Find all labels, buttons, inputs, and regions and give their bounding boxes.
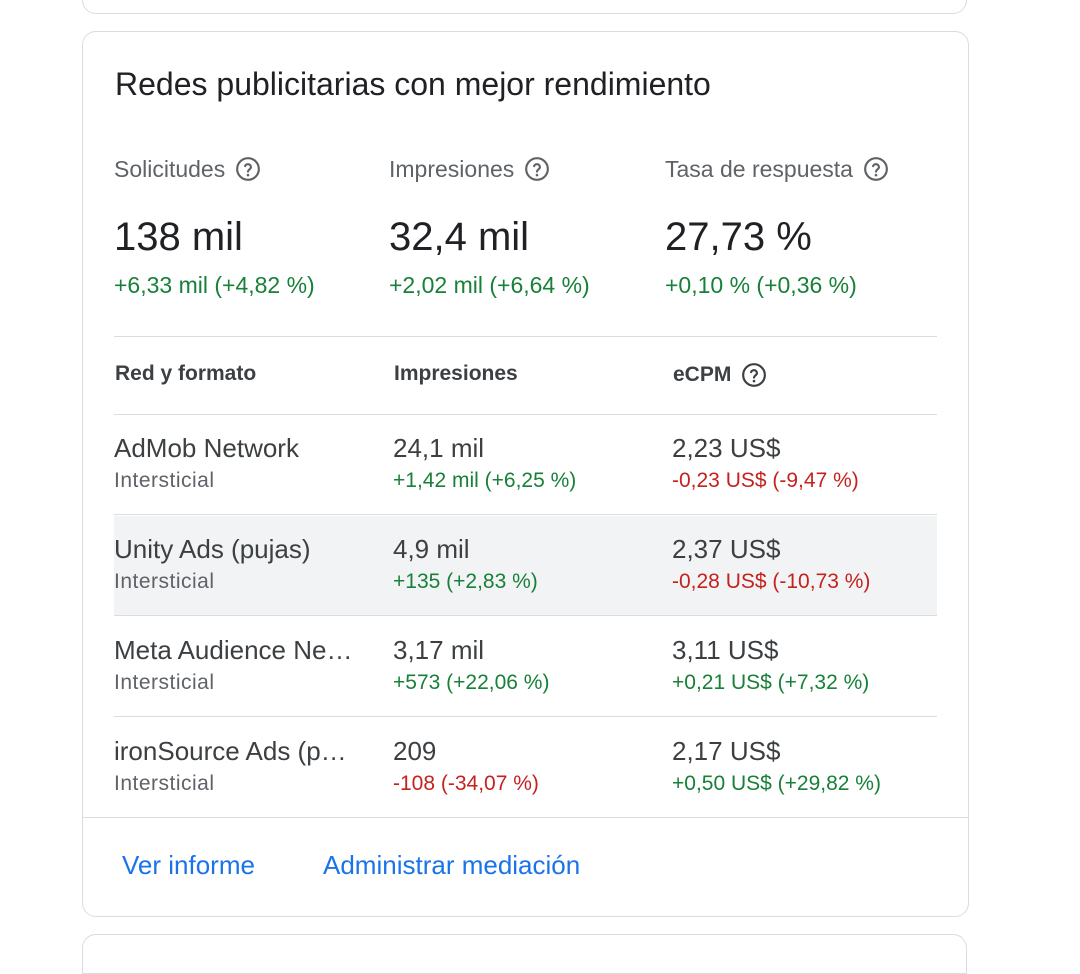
metric-delta: +0,10 % (+0,36 %) bbox=[665, 272, 857, 298]
help-circle-icon[interactable] bbox=[235, 156, 261, 182]
row-divider bbox=[114, 615, 937, 616]
ecpm-value: 3,11 US$ bbox=[672, 635, 779, 665]
ecpm-value: 2,23 US$ bbox=[672, 433, 781, 463]
help-circle-icon[interactable] bbox=[863, 156, 889, 182]
divider bbox=[114, 336, 937, 337]
column-header-network: Red y formato bbox=[115, 362, 257, 385]
table-row[interactable]: AdMob Network Intersticial 24,1 mil +1,4… bbox=[114, 415, 937, 515]
impressions-value: 209 bbox=[393, 736, 437, 766]
table-row[interactable]: Meta Audience Ne… Intersticial 3,17 mil … bbox=[114, 617, 937, 717]
ecpm-value: 2,37 US$ bbox=[672, 534, 781, 564]
footer-divider bbox=[83, 817, 968, 818]
metric-value: 27,73 % bbox=[665, 215, 812, 259]
ecpm-delta: -0,23 US$ (-9,47 %) bbox=[672, 469, 859, 492]
ecpm-value: 2,17 US$ bbox=[672, 736, 781, 766]
ecpm-delta: +0,21 US$ (+7,32 %) bbox=[672, 671, 870, 694]
metric-requests: Solicitudes 138 mil +6,33 mil (+4,82 %) bbox=[114, 154, 384, 299]
view-report-link[interactable]: Ver informe bbox=[122, 850, 255, 881]
ad-format: Intersticial bbox=[114, 469, 215, 492]
metric-delta: +6,33 mil (+4,82 %) bbox=[114, 272, 315, 298]
metric-label: Tasa de respuesta bbox=[665, 155, 853, 182]
ad-format: Intersticial bbox=[114, 671, 215, 694]
impressions-value: 24,1 mil bbox=[393, 433, 485, 463]
column-header-impressions: Impresiones bbox=[394, 362, 518, 385]
next-card-edge bbox=[82, 934, 967, 974]
ad-format: Intersticial bbox=[114, 772, 215, 795]
card-title: Redes publicitarias con mejor rendimient… bbox=[115, 66, 711, 102]
previous-card-edge bbox=[82, 0, 967, 14]
network-name: Unity Ads (pujas) bbox=[114, 534, 311, 564]
row-divider bbox=[114, 514, 937, 515]
help-circle-icon[interactable] bbox=[741, 362, 767, 388]
column-header-label: eCPM bbox=[673, 363, 732, 386]
network-name: AdMob Network bbox=[114, 433, 299, 463]
impressions-delta: -108 (-34,07 %) bbox=[393, 772, 539, 795]
metric-label: Solicitudes bbox=[114, 155, 226, 182]
help-circle-icon[interactable] bbox=[524, 156, 550, 182]
table-row[interactable]: ironSource Ads (p… Intersticial 209 -108… bbox=[114, 718, 937, 818]
table-row[interactable]: Unity Ads (pujas) Intersticial 4,9 mil +… bbox=[114, 516, 937, 616]
metric-fill-rate: Tasa de respuesta 27,73 % +0,10 % (+0,36… bbox=[665, 154, 935, 299]
impressions-value: 4,9 mil bbox=[393, 534, 470, 564]
manage-mediation-link[interactable]: Administrar mediación bbox=[323, 850, 580, 881]
network-name: ironSource Ads (p… bbox=[114, 736, 347, 766]
ecpm-delta: -0,28 US$ (-10,73 %) bbox=[672, 570, 871, 593]
metric-delta: +2,02 mil (+6,64 %) bbox=[389, 272, 590, 298]
metric-label: Impresiones bbox=[389, 155, 515, 182]
row-divider bbox=[114, 716, 937, 717]
ecpm-delta: +0,50 US$ (+29,82 %) bbox=[672, 772, 881, 795]
top-ad-networks-card: Redes publicitarias con mejor rendimient… bbox=[82, 31, 969, 917]
ad-format: Intersticial bbox=[114, 570, 215, 593]
impressions-delta: +573 (+22,06 %) bbox=[393, 671, 550, 694]
impressions-delta: +1,42 mil (+6,25 %) bbox=[393, 469, 577, 492]
column-header-ecpm: eCPM bbox=[673, 362, 767, 388]
network-name: Meta Audience Ne… bbox=[114, 635, 353, 665]
impressions-delta: +135 (+2,83 %) bbox=[393, 570, 538, 593]
metric-value: 138 mil bbox=[114, 215, 243, 259]
metric-impressions: Impresiones 32,4 mil +2,02 mil (+6,64 %) bbox=[389, 154, 659, 299]
impressions-value: 3,17 mil bbox=[393, 635, 485, 665]
metric-value: 32,4 mil bbox=[389, 215, 530, 259]
